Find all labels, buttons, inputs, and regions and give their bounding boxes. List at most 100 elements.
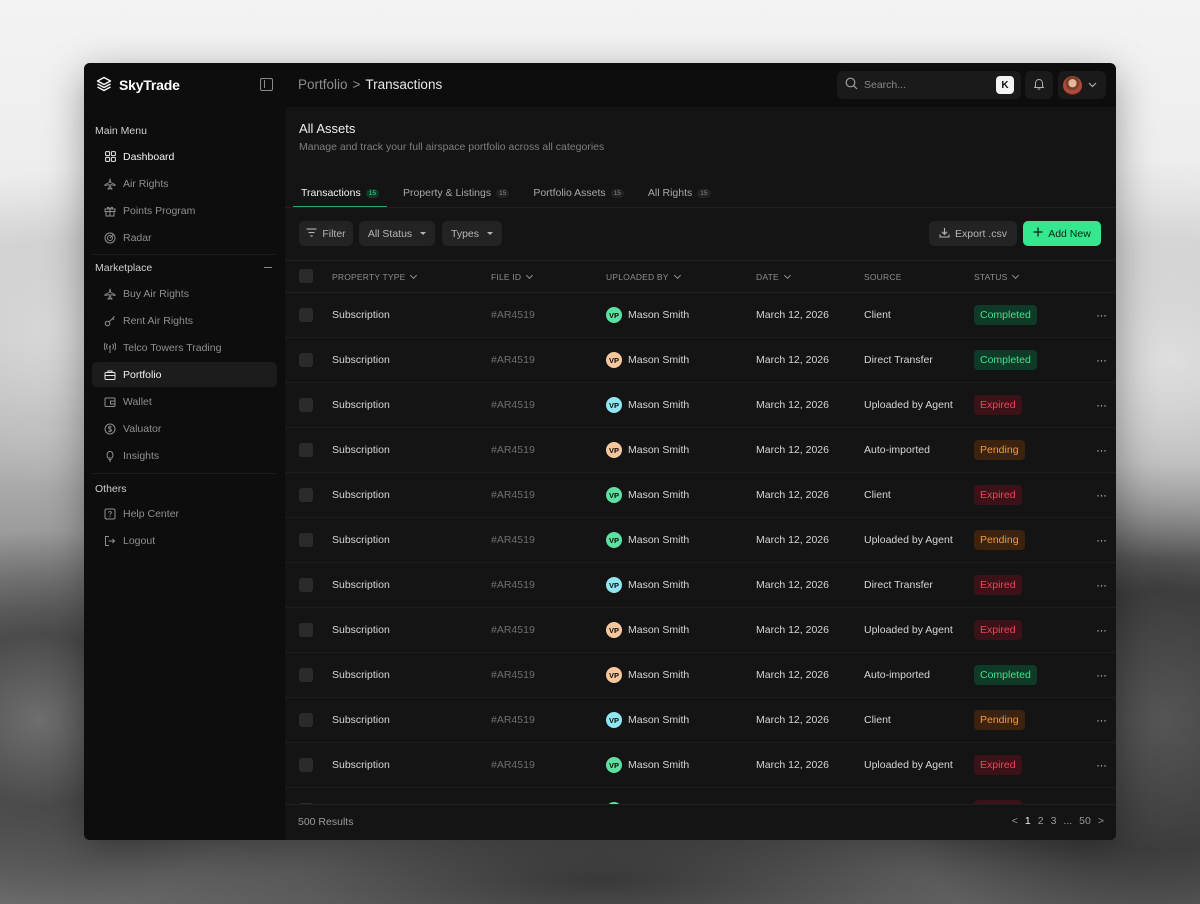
row-checkbox[interactable] bbox=[299, 308, 313, 322]
sidebar-item-wallet[interactable]: Wallet bbox=[92, 389, 277, 414]
filter-icon bbox=[306, 227, 317, 240]
uploaded-by-cell: VPMason Smith bbox=[606, 428, 689, 472]
more-options-icon[interactable]: ··· bbox=[1096, 608, 1107, 652]
export-label: Export .csv bbox=[955, 227, 1007, 240]
more-options-icon[interactable]: ··· bbox=[1096, 563, 1107, 607]
caret-down-icon bbox=[487, 232, 493, 235]
table-row[interactable]: Subscription#AR4519VPMason SmithMarch 12… bbox=[285, 428, 1116, 473]
row-checkbox[interactable] bbox=[299, 713, 313, 727]
row-checkbox[interactable] bbox=[299, 623, 313, 637]
sidebar-item-label: Portfolio bbox=[123, 368, 162, 381]
table-row[interactable]: Subscription#AR4519VPMason SmithMarch 12… bbox=[285, 563, 1116, 608]
table-row[interactable]: Subscription#AR4519VPMason SmithMarch 12… bbox=[285, 653, 1116, 698]
row-checkbox[interactable] bbox=[299, 488, 313, 502]
status-cell: Expired bbox=[974, 743, 1022, 787]
file-id-cell: #AR4519 bbox=[491, 714, 535, 726]
status-cell: Pending bbox=[974, 428, 1025, 472]
column-header-label: PROPERTY TYPE bbox=[332, 271, 406, 282]
table-row[interactable]: Subscription#AR4519VPMason SmithMarch 12… bbox=[285, 698, 1116, 743]
next-page-button[interactable]: > bbox=[1098, 815, 1104, 827]
property-type-cell: Subscription bbox=[332, 624, 390, 636]
uploaded-by-cell: VPMason Smith bbox=[606, 518, 689, 562]
page-number[interactable]: 50 bbox=[1079, 815, 1091, 827]
row-checkbox[interactable] bbox=[299, 443, 313, 457]
more-options-icon[interactable]: ··· bbox=[1096, 788, 1107, 804]
sidebar-item-label: Buy Air Rights bbox=[123, 287, 189, 300]
more-options-icon[interactable]: ··· bbox=[1096, 518, 1107, 562]
row-checkbox[interactable] bbox=[299, 533, 313, 547]
sidebar-item-radar[interactable]: Radar bbox=[92, 225, 277, 250]
column-header-property-type[interactable]: PROPERTY TYPE bbox=[332, 261, 418, 292]
tab-property-listings[interactable]: Property & Listings 15 bbox=[395, 180, 517, 206]
search-input[interactable] bbox=[864, 79, 984, 91]
sidebar-item-points-program[interactable]: Points Program bbox=[92, 198, 277, 223]
table-row[interactable]: Subscription#AR4519VPMason SmithMarch 12… bbox=[285, 383, 1116, 428]
property-type-cell: Subscription bbox=[332, 354, 390, 366]
uploaded-by-cell: VPMason Smith bbox=[606, 788, 689, 804]
more-options-icon[interactable]: ··· bbox=[1096, 338, 1107, 382]
user-avatar: VP bbox=[606, 712, 622, 728]
tab-all-rights[interactable]: All Rights 15 bbox=[640, 180, 719, 206]
types-dropdown[interactable]: Types bbox=[442, 221, 502, 246]
column-header-status[interactable]: STATUS bbox=[974, 261, 1020, 292]
table-row[interactable]: Subscription#AR4519VPMason SmithMarch 12… bbox=[285, 293, 1116, 338]
more-options-icon[interactable]: ··· bbox=[1096, 473, 1107, 517]
row-checkbox[interactable] bbox=[299, 578, 313, 592]
more-options-icon[interactable]: ··· bbox=[1096, 743, 1107, 787]
status-badge: Expired bbox=[974, 620, 1022, 640]
status-dropdown[interactable]: All Status bbox=[359, 221, 435, 246]
sidebar-item-air-rights[interactable]: Air Rights bbox=[92, 171, 277, 196]
sidebar-item-rent-air-rights[interactable]: Rent Air Rights bbox=[92, 308, 277, 333]
prev-page-button[interactable]: < bbox=[1012, 815, 1018, 827]
notifications-button[interactable] bbox=[1025, 71, 1053, 99]
chevron-down-icon bbox=[1088, 79, 1097, 91]
table-row[interactable]: Subscription#AR4519VPMason SmithMarch 12… bbox=[285, 473, 1116, 518]
sidebar-item-telco-towers-trading[interactable]: Telco Towers Trading bbox=[92, 335, 277, 360]
row-checkbox[interactable] bbox=[299, 668, 313, 682]
table-footer: 500 Results <1 2 3... 50 > bbox=[285, 804, 1116, 840]
page-number[interactable]: 2 bbox=[1038, 815, 1044, 827]
sidebar-item-help-center[interactable]: Help Center bbox=[92, 501, 277, 526]
column-header-file-id[interactable]: FILE ID bbox=[491, 261, 534, 292]
breadcrumb-parent[interactable]: Portfolio bbox=[298, 77, 348, 92]
property-type-cell: Subscription bbox=[332, 444, 390, 456]
page-number[interactable]: 1 bbox=[1025, 815, 1031, 827]
sidebar-item-valuator[interactable]: Valuator bbox=[92, 416, 277, 441]
more-options-icon[interactable]: ··· bbox=[1096, 698, 1107, 742]
table-row[interactable]: Subscription#AR4519VPMason SmithMarch 12… bbox=[285, 518, 1116, 563]
brand[interactable]: SkyTrade bbox=[96, 75, 180, 95]
table-row[interactable]: Subscription#AR4519VPMason SmithMarch 12… bbox=[285, 338, 1116, 383]
row-checkbox[interactable] bbox=[299, 353, 313, 367]
table-row[interactable]: Subscription#AR4519VPMason SmithMarch 12… bbox=[285, 608, 1116, 653]
export-csv-button[interactable]: Export .csv bbox=[929, 221, 1017, 246]
more-options-icon[interactable]: ··· bbox=[1096, 293, 1107, 337]
profile-menu-button[interactable] bbox=[1058, 71, 1106, 99]
more-options-icon[interactable]: ··· bbox=[1096, 428, 1107, 472]
types-dropdown-label: Types bbox=[450, 227, 479, 240]
more-options-icon[interactable]: ··· bbox=[1096, 383, 1107, 427]
column-header-uploaded-by[interactable]: UPLOADED BY bbox=[606, 261, 681, 292]
tab-portfolio-assets[interactable]: Portfolio Assets 15 bbox=[525, 180, 632, 206]
sidebar-item-logout[interactable]: Logout bbox=[92, 528, 277, 553]
table-row[interactable]: Subscription#AR4519VPMason SmithMarch 12… bbox=[285, 788, 1116, 804]
row-checkbox[interactable] bbox=[299, 398, 313, 412]
file-id-cell: #AR4519 bbox=[491, 788, 535, 804]
source-cell: Direct Transfer bbox=[864, 579, 933, 591]
sidebar-item-portfolio[interactable]: Portfolio bbox=[92, 362, 277, 387]
add-new-button[interactable]: Add New bbox=[1023, 221, 1101, 246]
sidebar-item-dashboard[interactable]: Dashboard bbox=[92, 144, 277, 169]
page-number[interactable]: 3 bbox=[1051, 815, 1057, 827]
table-row[interactable]: Subscription#AR4519VPMason SmithMarch 12… bbox=[285, 743, 1116, 788]
sidebar-item-insights[interactable]: Insights bbox=[92, 443, 277, 468]
sidebar-item-buy-air-rights[interactable]: Buy Air Rights bbox=[92, 281, 277, 306]
status-badge: Pending bbox=[974, 440, 1025, 460]
collapse-icon[interactable] bbox=[264, 267, 272, 269]
column-header-date[interactable]: DATE bbox=[756, 261, 791, 292]
filter-button[interactable]: Filter bbox=[299, 221, 353, 246]
tab-transactions[interactable]: Transactions 15 bbox=[293, 180, 387, 207]
row-checkbox[interactable] bbox=[299, 758, 313, 772]
search-box[interactable]: K bbox=[837, 71, 1021, 99]
more-options-icon[interactable]: ··· bbox=[1096, 653, 1107, 697]
sidebar-toggle-icon[interactable] bbox=[260, 78, 273, 91]
select-all-checkbox[interactable] bbox=[299, 269, 313, 283]
